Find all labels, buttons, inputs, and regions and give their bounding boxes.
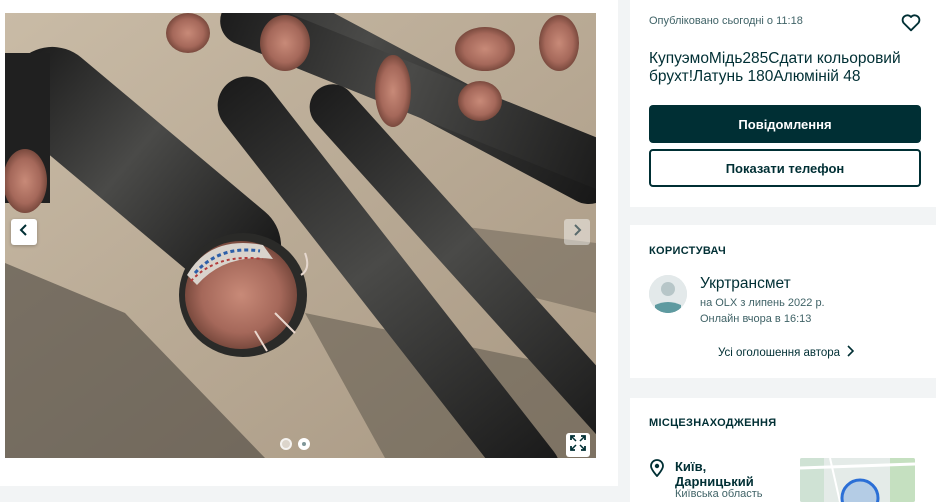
listing-card: Опубліковано сьогодні о 11:18 КупуэмоМід…: [630, 0, 936, 207]
location-card: МІСЦЕЗНАХОДЖЕННЯ Київ, Дарницький Київсь…: [630, 398, 936, 502]
location-section-heading: МІСЦЕЗНАХОДЖЕННЯ: [649, 417, 777, 429]
user-card: КОРИСТУВАЧ Укртрансмет на OLX з липень 2…: [630, 225, 936, 378]
chevron-left-icon: [17, 223, 31, 242]
gallery-prev-button[interactable]: [11, 219, 37, 245]
all-author-ads-link[interactable]: Усі оголошення автора: [718, 345, 855, 360]
posted-date: Опубліковано сьогодні о 11:18: [649, 15, 803, 27]
map-thumbnail: [800, 458, 915, 502]
fullscreen-button[interactable]: [566, 433, 590, 457]
location-city-line1: Київ,: [675, 459, 707, 474]
chevron-right-icon: [570, 223, 584, 242]
image-gallery: [0, 0, 618, 502]
user-last-online: Онлайн вчора в 16:13: [700, 313, 812, 325]
show-phone-button[interactable]: Показати телефон: [649, 149, 921, 187]
gallery-pagination: [280, 438, 310, 450]
heart-icon: [900, 14, 922, 38]
listing-photo[interactable]: [5, 13, 596, 458]
location-map[interactable]: [800, 458, 915, 502]
location-city: Київ, Дарницький: [675, 459, 754, 489]
gallery-next-button[interactable]: [564, 219, 590, 245]
avatar[interactable]: [649, 275, 687, 313]
user-member-since: на OLX з липень 2022 р.: [700, 297, 825, 309]
location-city-line2: Дарницький: [675, 474, 754, 489]
chevron-right-icon: [846, 345, 855, 360]
gallery-frame: [0, 0, 618, 486]
user-avatar-icon: [649, 275, 687, 313]
gallery-dot[interactable]: [280, 438, 292, 450]
map-pin-icon: [649, 459, 665, 478]
cable-photo-illustration: [5, 13, 596, 458]
favorite-button[interactable]: [900, 12, 922, 34]
user-name[interactable]: Укртрансмет: [700, 275, 791, 293]
location-region: Київська область: [675, 488, 763, 500]
listing-title: КупуэмоМідь285Сдати кольоровий брухт!Лат…: [649, 50, 901, 85]
expand-icon: [569, 434, 587, 457]
user-section-heading: КОРИСТУВАЧ: [649, 245, 726, 257]
all-ads-label: Усі оголошення автора: [718, 346, 841, 359]
message-button[interactable]: Повідомлення: [649, 105, 921, 143]
gallery-dot-active[interactable]: [298, 438, 310, 450]
